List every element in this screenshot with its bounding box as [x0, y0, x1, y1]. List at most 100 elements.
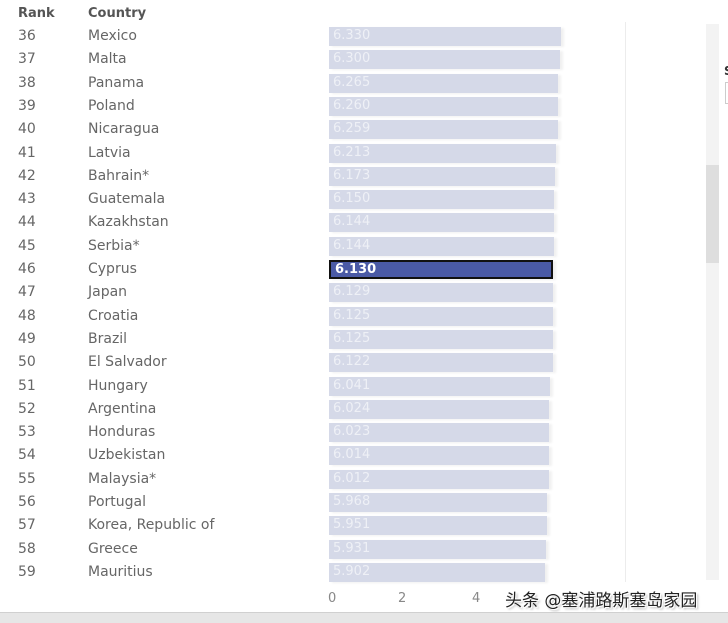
bar[interactable]: 6.012 — [329, 469, 550, 489]
vertical-scrollbar[interactable] — [706, 24, 719, 580]
bar-value-label: 5.951 — [333, 517, 371, 533]
country-cell[interactable]: Greece — [88, 541, 138, 557]
country-cell[interactable]: Hungary — [88, 378, 148, 394]
bar-value-label: 6.014 — [333, 447, 371, 463]
x-tick-label: 4 — [472, 591, 481, 606]
country-cell[interactable]: Argentina — [88, 401, 156, 417]
bar[interactable]: 6.265 — [329, 73, 559, 93]
country-cell[interactable]: Honduras — [88, 424, 155, 440]
bar[interactable]: 6.125 — [329, 306, 554, 326]
bar-value-label: 6.300 — [333, 51, 371, 67]
country-cell[interactable]: Panama — [88, 75, 144, 91]
bar-value-label: 5.968 — [333, 494, 371, 509]
bar-value-label: 6.260 — [333, 97, 371, 113]
rank-cell: 55 — [18, 470, 36, 487]
country-cell[interactable]: Cyprus — [88, 261, 137, 277]
country-cell[interactable]: El Salvador — [88, 354, 167, 370]
bar-value-label: 6.125 — [333, 307, 371, 323]
bar-value-label: 5.931 — [333, 540, 371, 556]
rank-cell: 46 — [18, 261, 36, 277]
bar-value-label: 6.129 — [333, 284, 371, 300]
bar-value-label: 6.144 — [333, 214, 371, 230]
country-cell[interactable]: Serbia* — [88, 238, 140, 254]
bar[interactable]: 6.129 — [329, 283, 554, 303]
rank-cell: 49 — [18, 330, 36, 347]
bar[interactable]: 5.931 — [329, 539, 547, 559]
bar[interactable]: 6.041 — [329, 376, 551, 396]
country-cell[interactable]: Poland — [88, 98, 135, 114]
x-tick-label: 2 — [398, 591, 407, 606]
country-cell[interactable]: Malaysia* — [88, 471, 156, 487]
bar-value-label: 6.173 — [333, 167, 371, 183]
x-tick-label: 0 — [328, 591, 337, 606]
country-cell[interactable]: Portugal — [88, 494, 146, 510]
bar-value-label: 6.259 — [333, 121, 371, 137]
country-cell[interactable]: Korea, Republic of — [88, 517, 214, 533]
bottom-frame-bar — [0, 612, 728, 623]
rank-cell: 59 — [18, 563, 36, 580]
bar-value-label: 6.213 — [333, 144, 371, 160]
bar[interactable]: 5.968 — [329, 493, 548, 512]
bar[interactable]: 6.125 — [329, 329, 554, 349]
bar[interactable]: 6.014 — [329, 446, 550, 466]
bar[interactable]: 6.213 — [329, 143, 557, 163]
country-cell[interactable]: Brazil — [88, 331, 127, 347]
rank-cell: 56 — [18, 494, 36, 510]
rank-cell: 54 — [18, 447, 36, 464]
bar-value-label: 5.902 — [333, 563, 371, 579]
bar[interactable]: 6.144 — [329, 236, 554, 256]
rank-cell: 36 — [18, 28, 36, 44]
bar[interactable]: 5.902 — [329, 562, 545, 582]
country-cell[interactable]: Croatia — [88, 308, 138, 324]
bar[interactable]: 6.330 — [329, 27, 561, 46]
rank-cell: 58 — [18, 540, 36, 557]
right-panel-label: S — [724, 64, 728, 78]
country-cell[interactable]: Malta — [88, 51, 127, 67]
bar-value-label: 6.041 — [333, 377, 371, 393]
rank-cell: 47 — [18, 284, 36, 301]
bar[interactable]: 6.024 — [329, 399, 550, 419]
rank-cell: 52 — [18, 400, 36, 417]
country-cell[interactable]: Uzbekistan — [88, 447, 165, 463]
country-cell[interactable]: Bahrain* — [88, 168, 149, 184]
bar[interactable]: 6.144 — [329, 213, 554, 233]
rank-cell: 42 — [18, 167, 36, 184]
bar-value-label: 6.130 — [335, 262, 377, 277]
bar[interactable]: 6.260 — [329, 96, 559, 116]
country-cell[interactable]: Mauritius — [88, 564, 153, 580]
rank-cell: 53 — [18, 424, 36, 441]
rank-cell: 41 — [18, 144, 36, 161]
rank-cell: 37 — [18, 51, 36, 68]
bar-value-label: 6.122 — [333, 354, 371, 370]
rank-cell: 51 — [18, 377, 36, 394]
bar-value-label: 6.144 — [333, 237, 371, 253]
bar[interactable]: 6.150 — [329, 190, 555, 210]
rank-cell: 57 — [18, 517, 36, 534]
bar[interactable]: 5.951 — [329, 516, 547, 536]
bar[interactable]: 6.259 — [329, 120, 559, 140]
country-cell[interactable]: Latvia — [88, 145, 131, 161]
country-cell[interactable]: Guatemala — [88, 191, 165, 207]
country-cell[interactable]: Japan — [88, 284, 127, 300]
bar-value-label: 6.125 — [333, 330, 371, 346]
bar-value-label: 6.024 — [333, 400, 371, 416]
rank-cell: 39 — [18, 97, 36, 114]
rank-cell: 45 — [18, 237, 36, 254]
bar-value-label: 6.150 — [333, 191, 371, 207]
bar[interactable]: 6.023 — [329, 423, 550, 443]
bar[interactable]: 6.122 — [329, 353, 554, 373]
ranking-bar-chart: 36 Mexico 6.330 37 Malta 6.300 38 Panama 6.265 39… — [0, 0, 620, 600]
bar-selected[interactable]: 6.130 — [329, 260, 554, 279]
country-cell[interactable]: Mexico — [88, 28, 137, 44]
country-cell[interactable]: Nicaragua — [88, 121, 159, 137]
rank-cell: 43 — [18, 191, 36, 208]
country-cell[interactable]: Kazakhstan — [88, 214, 169, 230]
rank-cell: 48 — [18, 307, 36, 324]
scrollbar-thumb[interactable] — [706, 165, 719, 263]
rank-cell: 38 — [18, 74, 36, 91]
bar-value-label: 6.265 — [333, 74, 371, 90]
bar[interactable]: 6.173 — [329, 166, 555, 186]
bar[interactable]: 6.300 — [329, 50, 560, 70]
rank-cell: 40 — [18, 121, 36, 138]
rank-cell: 44 — [18, 214, 36, 231]
